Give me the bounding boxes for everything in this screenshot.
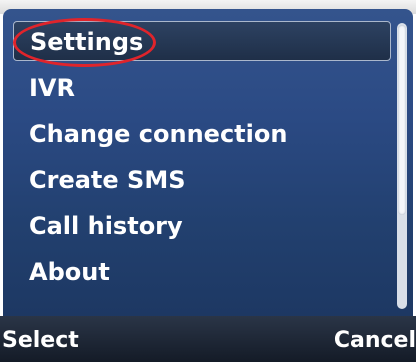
scrollbar[interactable] <box>397 23 407 309</box>
select-softkey[interactable]: Select <box>2 316 79 362</box>
scroll-thumb[interactable] <box>398 25 406 215</box>
menu-item-about[interactable]: About <box>13 252 391 292</box>
menu-item-ivr[interactable]: IVR <box>13 68 391 108</box>
menu-item-call-history[interactable]: Call history <box>13 206 391 246</box>
softkey-bar: Select Cancel <box>0 316 416 362</box>
menu-panel: Settings IVR Change connection Create SM… <box>3 9 413 316</box>
cancel-softkey[interactable]: Cancel <box>334 316 416 362</box>
menu-item-settings[interactable]: Settings <box>13 21 391 61</box>
phone-screen: Settings IVR Change connection Create SM… <box>0 0 416 362</box>
menu-item-create-sms[interactable]: Create SMS <box>13 160 391 200</box>
menu-item-change-connection[interactable]: Change connection <box>13 114 391 154</box>
